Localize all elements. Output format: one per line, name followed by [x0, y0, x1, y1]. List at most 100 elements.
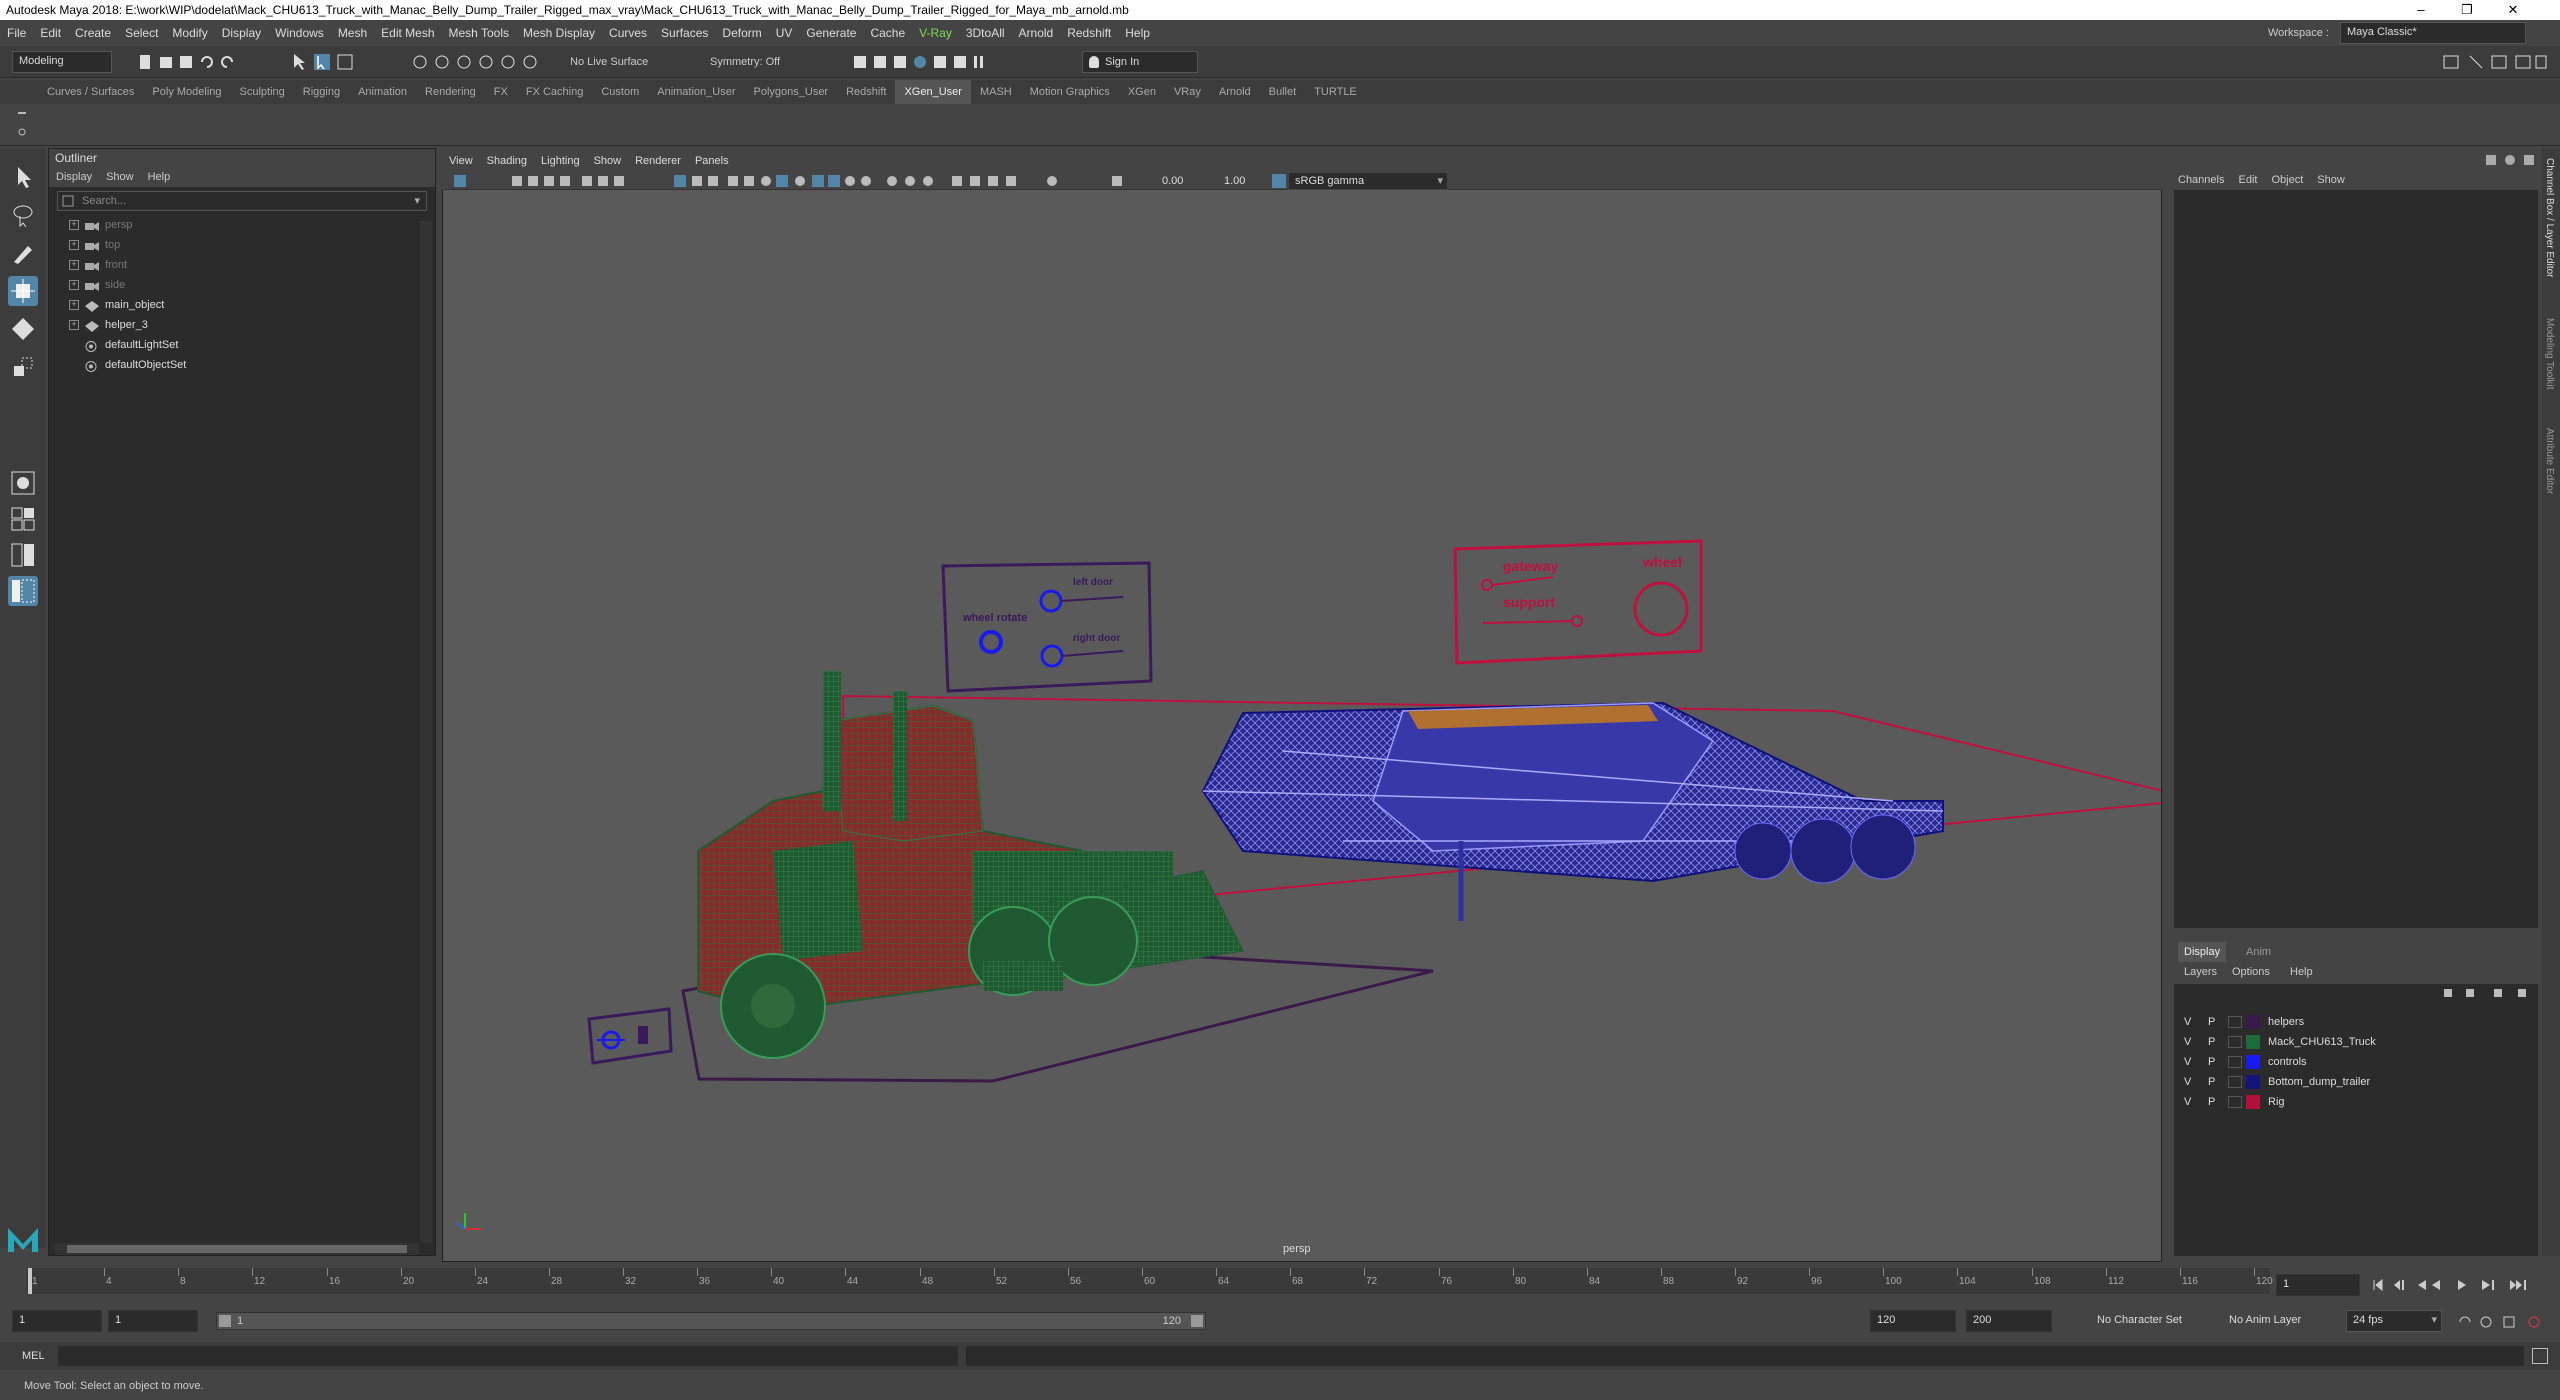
- layer-color-swatch[interactable]: [2246, 1035, 2260, 1049]
- menu-edit[interactable]: Edit: [33, 20, 68, 46]
- viewport-toolbar-icons[interactable]: [452, 173, 1142, 189]
- tab-fx[interactable]: FX: [485, 80, 517, 104]
- outliner-menu-display[interactable]: Display: [49, 167, 99, 187]
- cb-menu-show[interactable]: Show: [2310, 170, 2352, 190]
- layer-color-swatch[interactable]: [2246, 1075, 2260, 1089]
- viewport-scene[interactable]: left door wheel rotate right door gatewa…: [443, 151, 2162, 1262]
- menu-3dtoall[interactable]: 3DtoAll: [959, 20, 1012, 46]
- mode-dropdown[interactable]: Modeling: [12, 51, 112, 73]
- menu-display[interactable]: Display: [215, 20, 268, 46]
- outliner-scrollbar[interactable]: [420, 221, 432, 1243]
- menu-mesh-display[interactable]: Mesh Display: [516, 20, 602, 46]
- current-frame-field[interactable]: 1: [2276, 1274, 2360, 1296]
- side-tab-attribute-editor[interactable]: Attribute Editor: [2544, 428, 2555, 494]
- vp-menu-view[interactable]: View: [442, 150, 480, 172]
- layer-playback-toggle[interactable]: P: [2208, 1072, 2215, 1092]
- menu-edit-mesh[interactable]: Edit Mesh: [374, 20, 441, 46]
- vp-menu-shading[interactable]: Shading: [480, 150, 534, 172]
- layer-tab-display[interactable]: Display: [2178, 942, 2227, 962]
- layer-type-toggle[interactable]: [2228, 1016, 2242, 1028]
- tab-arnold[interactable]: Arnold: [1210, 80, 1260, 104]
- range-tool-icons[interactable]: [2456, 1314, 2552, 1330]
- workspace-dropdown[interactable]: Maya Classic*: [2340, 22, 2526, 44]
- outliner-search-input[interactable]: Search... ▾: [57, 191, 427, 211]
- animation-start-field[interactable]: 1: [12, 1310, 102, 1332]
- layer-row[interactable]: V Phelpers: [2174, 1012, 2538, 1032]
- expand-icon[interactable]: +: [69, 280, 79, 290]
- symmetry-label[interactable]: Symmetry: Off: [710, 46, 780, 78]
- layer-row[interactable]: V P Mack_CHU613_Truck: [2174, 1032, 2538, 1052]
- menu-select[interactable]: Select: [118, 20, 165, 46]
- layer-visibility-toggle[interactable]: V: [2184, 1072, 2191, 1092]
- layer-visibility-toggle[interactable]: V: [2184, 1012, 2191, 1032]
- layer-visibility-toggle[interactable]: V: [2184, 1092, 2191, 1112]
- playback-start-field[interactable]: 1: [108, 1310, 198, 1332]
- tab-rigging[interactable]: Rigging: [294, 80, 349, 104]
- scale-tool-icon[interactable]: [8, 352, 38, 382]
- live-surface-label[interactable]: No Live Surface: [570, 46, 648, 78]
- outliner-menu-show[interactable]: Show: [99, 167, 141, 187]
- two-view-layout-icon[interactable]: [8, 540, 38, 570]
- expand-icon[interactable]: +: [69, 240, 79, 250]
- layer-row[interactable]: V P Rig: [2174, 1092, 2538, 1112]
- menu-uv[interactable]: UV: [769, 20, 800, 46]
- layer-row[interactable]: V Pcontrols: [2174, 1052, 2538, 1072]
- range-handle-left[interactable]: [219, 1315, 231, 1327]
- command-input[interactable]: [58, 1346, 958, 1366]
- side-tab-channel-box[interactable]: Channel Box / Layer Editor: [2544, 158, 2555, 278]
- menu-mesh-tools[interactable]: Mesh Tools: [442, 20, 516, 46]
- vp-menu-renderer[interactable]: Renderer: [628, 150, 688, 172]
- gateway-support-control-panel[interactable]: gateway support wheel: [1453, 539, 1703, 665]
- tab-sculpting[interactable]: Sculpting: [231, 80, 294, 104]
- outliner-item[interactable]: defaultObjectSet: [49, 355, 435, 375]
- vp-menu-panels[interactable]: Panels: [688, 150, 736, 172]
- channel-box-header-icons[interactable]: [2484, 152, 2538, 168]
- layer-menu-layers[interactable]: Layers: [2178, 962, 2223, 982]
- layer-type-toggle[interactable]: [2228, 1036, 2242, 1048]
- menu-redshift[interactable]: Redshift: [1060, 20, 1118, 46]
- menu-surfaces[interactable]: Surfaces: [654, 20, 715, 46]
- expand-icon[interactable]: +: [69, 300, 79, 310]
- tab-xgen-user[interactable]: XGen_User: [895, 80, 971, 104]
- tab-fx-caching[interactable]: FX Caching: [517, 80, 592, 104]
- color-space-dropdown[interactable]: sRGB gamma ▾: [1288, 172, 1448, 190]
- animation-end-field[interactable]: 200: [1966, 1310, 2052, 1332]
- layout-icons[interactable]: [2440, 52, 2550, 72]
- menu-vray[interactable]: V-Ray: [912, 20, 959, 46]
- shelf-menu-icon[interactable]: [16, 110, 28, 140]
- layer-playback-toggle[interactable]: P: [2208, 1032, 2215, 1052]
- exposure-field[interactable]: 0.00: [1162, 172, 1183, 190]
- menu-deform[interactable]: Deform: [715, 20, 768, 46]
- script-editor-icon[interactable]: [2532, 1348, 2548, 1364]
- outliner-item[interactable]: + side: [49, 275, 435, 295]
- layer-menu-help[interactable]: Help: [2284, 962, 2319, 982]
- layer-menu-options[interactable]: Options: [2226, 962, 2276, 982]
- layer-tool-icons[interactable]: [2442, 986, 2532, 1000]
- paint-select-icon[interactable]: [8, 238, 38, 268]
- fps-dropdown[interactable]: 24 fps ▾: [2346, 1310, 2442, 1332]
- outliner-item[interactable]: + helper_3: [49, 315, 435, 335]
- cb-menu-object[interactable]: Object: [2264, 170, 2310, 190]
- move-tool-icon[interactable]: [8, 276, 38, 306]
- search-options-icon[interactable]: ▾: [414, 192, 420, 210]
- layer-row[interactable]: V P Bottom_dump_trailer: [2174, 1072, 2538, 1092]
- outliner-item[interactable]: + main_object: [49, 295, 435, 315]
- tab-redshift[interactable]: Redshift: [837, 80, 895, 104]
- tab-vray[interactable]: VRay: [1165, 80, 1210, 104]
- outliner-item[interactable]: + persp: [49, 215, 435, 235]
- tab-animation[interactable]: Animation: [349, 80, 416, 104]
- playback-end-field[interactable]: 120: [1870, 1310, 1956, 1332]
- rotate-tool-icon[interactable]: [8, 314, 38, 344]
- minimize-button[interactable]: –: [2398, 0, 2444, 20]
- layer-type-toggle[interactable]: [2228, 1076, 2242, 1088]
- tab-bullet[interactable]: Bullet: [1260, 80, 1306, 104]
- sign-in-button[interactable]: Sign In: [1082, 51, 1198, 73]
- close-button[interactable]: ✕: [2490, 0, 2536, 20]
- tab-polygons-user[interactable]: Polygons_User: [745, 80, 838, 104]
- menu-generate[interactable]: Generate: [799, 20, 863, 46]
- tab-mash[interactable]: MASH: [971, 80, 1021, 104]
- tab-turtle[interactable]: TURTLE: [1305, 80, 1366, 104]
- tab-custom[interactable]: Custom: [592, 80, 648, 104]
- cb-menu-channels[interactable]: Channels: [2170, 170, 2231, 190]
- vp-menu-show[interactable]: Show: [587, 150, 629, 172]
